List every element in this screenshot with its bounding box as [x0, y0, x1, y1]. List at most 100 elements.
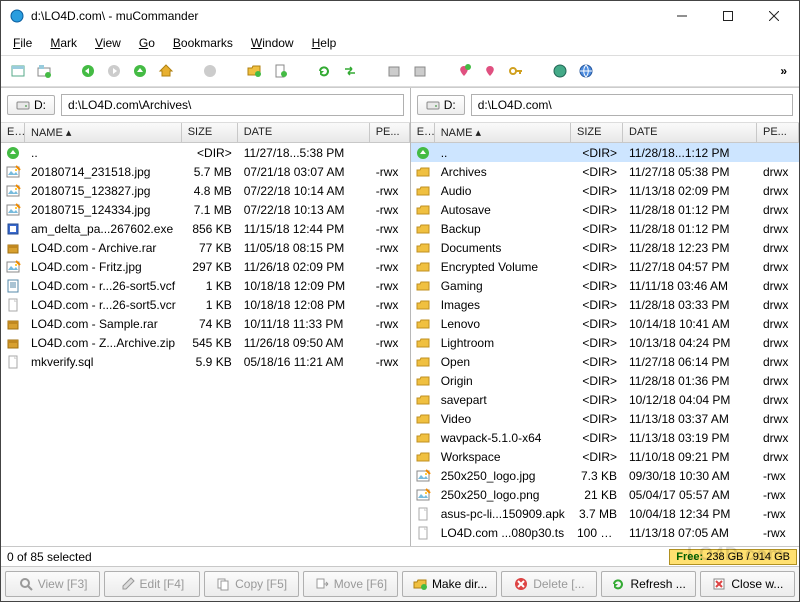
- file-date: 07/21/18 03:07 AM: [238, 165, 370, 179]
- remote-icon[interactable]: [549, 60, 571, 82]
- file-size: 4.8 MB: [182, 184, 238, 198]
- table-row[interactable]: LO4D.com - Archive.rar77 KB11/05/18 08:1…: [1, 238, 410, 257]
- file-date: 11/13/18 02:09 PM: [623, 184, 757, 198]
- unarchive-icon[interactable]: [409, 60, 431, 82]
- go-back-icon[interactable]: [77, 60, 99, 82]
- menu-bookmarks[interactable]: Bookmarks: [165, 33, 241, 53]
- table-row[interactable]: savepart<DIR>10/12/18 04:04 PMdrwx: [411, 390, 799, 409]
- table-row[interactable]: 250x250_logo.png21 KB05/04/17 05:57 AM-r…: [411, 485, 799, 504]
- file-name: LO4D.com - Z...Archive.zip: [25, 336, 182, 350]
- left-drive-button[interactable]: D:: [7, 95, 55, 115]
- table-row[interactable]: Lenovo<DIR>10/14/18 10:41 AMdrwx: [411, 314, 799, 333]
- menu-file[interactable]: File: [5, 33, 40, 53]
- table-row[interactable]: 250x250_logo.jpg7.3 KB09/30/18 10:30 AM-…: [411, 466, 799, 485]
- fn-view-button[interactable]: View [F3]: [5, 571, 100, 597]
- table-row[interactable]: mkverify.sql5.9 KB05/18/16 11:21 AM-rwx: [1, 352, 410, 371]
- left-header-3[interactable]: DATE: [238, 123, 370, 142]
- table-row[interactable]: LO4D.com - Sample.rar74 KB10/11/18 11:33…: [1, 314, 410, 333]
- stop-icon[interactable]: [199, 60, 221, 82]
- file-size: 77 KB: [182, 241, 238, 255]
- window-title: d:\LO4D.com\ - muCommander: [31, 9, 659, 23]
- menu-go[interactable]: Go: [131, 33, 163, 53]
- maximize-button[interactable]: [705, 1, 751, 31]
- table-row[interactable]: LO4D.com - r...26-sort5.vcf1 KB10/18/18 …: [1, 276, 410, 295]
- file-date: 05/04/17 05:57 AM: [623, 488, 757, 502]
- go-up-icon[interactable]: [129, 60, 151, 82]
- left-header-1[interactable]: NAME ▴: [25, 123, 182, 142]
- right-header-2[interactable]: SIZE: [571, 123, 623, 142]
- minimize-button[interactable]: [659, 1, 705, 31]
- menu-window[interactable]: Window: [243, 33, 302, 53]
- table-row[interactable]: 20180715_124334.jpg7.1 MB07/22/18 10:13 …: [1, 200, 410, 219]
- table-row[interactable]: Backup<DIR>11/28/18 01:12 PMdrwx: [411, 219, 799, 238]
- archive-icon[interactable]: [383, 60, 405, 82]
- left-header-4[interactable]: PE...: [370, 123, 410, 142]
- table-row[interactable]: Open<DIR>11/27/18 06:14 PMdrwx: [411, 352, 799, 371]
- fn-copy-button[interactable]: Copy [F5]: [204, 571, 299, 597]
- menu-help[interactable]: Help: [304, 33, 345, 53]
- right-drive-button[interactable]: D:: [417, 95, 465, 115]
- go-forward-icon[interactable]: [103, 60, 125, 82]
- table-row[interactable]: ..<DIR>11/27/18...5:38 PM: [1, 143, 410, 162]
- table-row[interactable]: Origin<DIR>11/28/18 01:36 PMdrwx: [411, 371, 799, 390]
- file-type-icon: [411, 145, 435, 161]
- file-type-icon: [411, 221, 435, 237]
- menu-mark[interactable]: Mark: [42, 33, 85, 53]
- fn-move-button[interactable]: Move [F6]: [303, 571, 398, 597]
- table-row[interactable]: Audio<DIR>11/13/18 02:09 PMdrwx: [411, 181, 799, 200]
- fn-close-button[interactable]: Close w...: [700, 571, 795, 597]
- table-row[interactable]: Images<DIR>11/28/18 03:33 PMdrwx: [411, 295, 799, 314]
- new-folder-icon[interactable]: [243, 60, 265, 82]
- file-date: 10/18/18 12:09 PM: [238, 279, 370, 293]
- table-row[interactable]: Encrypted Volume<DIR>11/27/18 04:57 PMdr…: [411, 257, 799, 276]
- file-name: LO4D.com - r...26-sort5.vcr: [25, 298, 182, 312]
- fn-mkdir-button[interactable]: Make dir...: [402, 571, 497, 597]
- table-row[interactable]: Video<DIR>11/13/18 03:37 AMdrwx: [411, 409, 799, 428]
- menu-view[interactable]: View: [87, 33, 129, 53]
- table-row[interactable]: am_delta_pa...267602.exe856 KB11/15/18 1…: [1, 219, 410, 238]
- table-row[interactable]: Autosave<DIR>11/28/18 01:12 PMdrwx: [411, 200, 799, 219]
- table-row[interactable]: Archives<DIR>11/27/18 05:38 PMdrwx: [411, 162, 799, 181]
- table-row[interactable]: Workspace<DIR>11/10/18 09:21 PMdrwx: [411, 447, 799, 466]
- bookmark-icon[interactable]: [479, 60, 501, 82]
- new-window-icon[interactable]: [7, 60, 29, 82]
- left-header-2[interactable]: SIZE: [182, 123, 238, 142]
- right-header-4[interactable]: PE...: [757, 123, 799, 142]
- right-file-list[interactable]: ..<DIR>11/28/18...1:12 PMArchives<DIR>11…: [411, 143, 799, 546]
- table-row[interactable]: Lightroom<DIR>10/13/18 04:24 PMdrwx: [411, 333, 799, 352]
- table-row[interactable]: Gaming<DIR>11/11/18 03:46 AMdrwx: [411, 276, 799, 295]
- table-row[interactable]: 20180715_123827.jpg4.8 MB07/22/18 10:14 …: [1, 181, 410, 200]
- table-row[interactable]: LO4D.com - Fritz.jpg297 KB11/26/18 02:09…: [1, 257, 410, 276]
- right-drive-label: D:: [444, 98, 456, 112]
- bookmark-add-icon[interactable]: [453, 60, 475, 82]
- web-icon[interactable]: [575, 60, 597, 82]
- new-file-icon[interactable]: [269, 60, 291, 82]
- table-row[interactable]: asus-pc-li...150909.apk3.7 MB10/04/18 12…: [411, 504, 799, 523]
- swap-icon[interactable]: [339, 60, 361, 82]
- fn-edit-button[interactable]: Edit [F4]: [104, 571, 199, 597]
- left-file-list[interactable]: ..<DIR>11/27/18...5:38 PM20180714_231518…: [1, 143, 410, 546]
- fn-delete-button[interactable]: Delete [...: [501, 571, 596, 597]
- table-row[interactable]: LO4D.com ...080p30.ts100 MB11/13/18 07:0…: [411, 523, 799, 542]
- close-button[interactable]: [751, 1, 797, 31]
- table-row[interactable]: 20180714_231518.jpg5.7 MB07/21/18 03:07 …: [1, 162, 410, 181]
- table-row[interactable]: wavpack-5.1.0-x64<DIR>11/13/18 03:19 PMd…: [411, 428, 799, 447]
- right-header-1[interactable]: NAME ▴: [435, 123, 571, 142]
- refresh-icon[interactable]: [313, 60, 335, 82]
- table-row[interactable]: LO4D.com - r...26-sort5.vcr1 KB10/18/18 …: [1, 295, 410, 314]
- key-icon[interactable]: [505, 60, 527, 82]
- left-header-0[interactable]: E...: [1, 123, 25, 142]
- free-label: Free:: [676, 551, 703, 563]
- new-tab-icon[interactable]: [33, 60, 55, 82]
- right-header-3[interactable]: DATE: [623, 123, 757, 142]
- right-header-0[interactable]: E...: [411, 123, 435, 142]
- fn-refresh-button[interactable]: Refresh ...: [601, 571, 696, 597]
- table-row[interactable]: LO4D.com - Z...Archive.zip545 KB11/26/18…: [1, 333, 410, 352]
- file-size: <DIR>: [571, 374, 623, 388]
- table-row[interactable]: Documents<DIR>11/28/18 12:23 PMdrwx: [411, 238, 799, 257]
- table-row[interactable]: ..<DIR>11/28/18...1:12 PM: [411, 143, 799, 162]
- left-path-input[interactable]: [61, 94, 404, 116]
- home-icon[interactable]: [155, 60, 177, 82]
- right-path-input[interactable]: [471, 94, 793, 116]
- toolbar-overflow[interactable]: »: [774, 64, 793, 78]
